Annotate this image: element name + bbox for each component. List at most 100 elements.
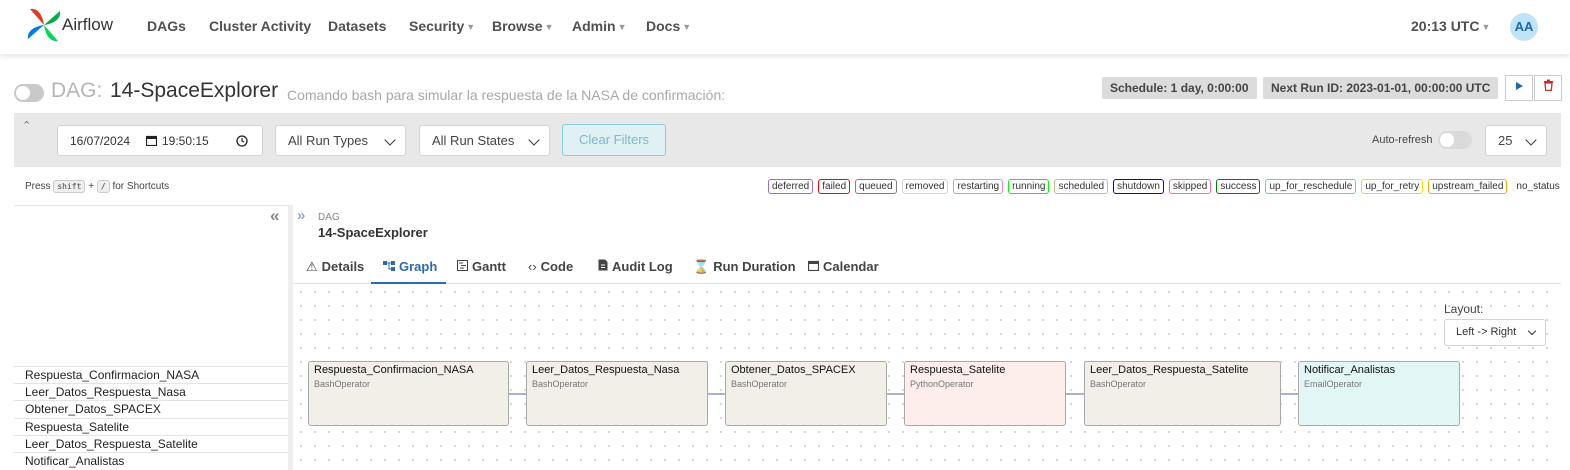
nav-cluster-activity[interactable]: Cluster Activity: [209, 18, 311, 34]
collapse-filters-icon[interactable]: ⌃: [22, 119, 31, 132]
delete-dag-button[interactable]: [1534, 75, 1562, 101]
auto-refresh-toggle[interactable]: [1438, 131, 1472, 149]
code-icon: ‹›: [528, 259, 537, 274]
state-scheduled[interactable]: scheduled: [1054, 179, 1109, 194]
tab-gantt[interactable]: Gantt: [457, 259, 506, 274]
task-node-name: Leer_Datos_Respuesta_Satelite: [1090, 364, 1249, 376]
task-node-operator: BashOperator: [314, 379, 371, 389]
tabs-divider: [293, 283, 1561, 284]
layout-label: Layout:: [1444, 302, 1484, 316]
page-size-select[interactable]: 25: [1485, 125, 1547, 156]
task-node-name: Respuesta_Confirmacion_NASA: [314, 364, 474, 376]
nav-browse[interactable]: Browse ▼: [492, 18, 554, 34]
airflow-logo-icon[interactable]: [26, 7, 62, 43]
graph-edge: [1066, 393, 1084, 395]
layout-select[interactable]: Left -> Right: [1444, 319, 1546, 346]
graph-edge: [509, 393, 526, 395]
play-icon: [1516, 82, 1523, 90]
task-node-operator: BashOperator: [731, 379, 788, 389]
task-node-name: Leer_Datos_Respuesta_Nasa: [532, 364, 680, 376]
task-row[interactable]: Respuesta_Satelite: [14, 418, 288, 435]
chevron-down-icon: [528, 134, 540, 146]
task-row[interactable]: Notificar_Analistas: [14, 452, 288, 469]
graph-edge: [887, 393, 904, 395]
state-queued[interactable]: queued: [855, 179, 897, 194]
dag-description: Comando bash para simular la respuesta d…: [287, 87, 726, 103]
nav-security[interactable]: Security ▼: [409, 18, 475, 34]
task-row[interactable]: Respuesta_Confirmacion_NASA: [14, 366, 288, 383]
run-types-select[interactable]: All Run Types: [275, 125, 406, 156]
warning-triangle-icon: ⚠: [306, 259, 318, 274]
chevron-down-icon: ▼: [544, 22, 554, 32]
state-up-for-reschedule[interactable]: up_for_reschedule: [1265, 179, 1357, 194]
calendar-icon[interactable]: [146, 135, 157, 146]
brand-name[interactable]: Airflow: [62, 15, 113, 35]
state-up-for-retry[interactable]: up_for_retry: [1361, 179, 1424, 194]
breadcrumb-dag[interactable]: 14-SpaceExplorer: [318, 225, 428, 240]
task-node[interactable]: Respuesta_Satelite PythonOperator: [904, 361, 1066, 426]
task-node-operator: PythonOperator: [910, 379, 974, 389]
tab-run-duration[interactable]: ⌛ Run Duration: [693, 259, 796, 275]
shift-key: shift: [53, 180, 86, 193]
state-shutdown[interactable]: shutdown: [1113, 179, 1164, 194]
chevron-down-icon: [1527, 326, 1537, 336]
task-node-operator: EmailOperator: [1304, 379, 1363, 389]
task-node[interactable]: Leer_Datos_Respuesta_Nasa BashOperator: [526, 361, 708, 426]
task-node-operator: BashOperator: [1090, 379, 1147, 389]
tab-code[interactable]: ‹› Code: [528, 259, 573, 274]
tab-details[interactable]: ⚠ Details: [306, 259, 364, 275]
trash-icon: [1543, 79, 1553, 92]
clock-icon[interactable]: [236, 135, 248, 147]
audit-log-icon: [598, 259, 608, 274]
nav-docs[interactable]: Docs ▼: [646, 18, 691, 34]
state-running[interactable]: running: [1008, 179, 1050, 194]
run-states-select[interactable]: All Run States: [419, 125, 550, 156]
breadcrumb-label: DAG: [318, 212, 340, 223]
graph-icon: [383, 259, 395, 274]
task-node[interactable]: Leer_Datos_Respuesta_Satelite BashOperat…: [1084, 361, 1281, 426]
hourglass-icon: ⌛: [693, 259, 710, 274]
task-node[interactable]: Obtener_Datos_SPACEX BashOperator: [725, 361, 887, 426]
chevron-down-icon: [384, 134, 396, 146]
shortcut-hint: Press shift + / for Shortcuts: [25, 180, 170, 193]
trigger-dag-button[interactable]: [1505, 75, 1533, 101]
nav-dags[interactable]: DAGs: [147, 18, 186, 34]
tab-audit-log[interactable]: Audit Log: [598, 259, 673, 274]
dag-title: 14-SpaceExplorer: [110, 79, 279, 102]
next-run-badge[interactable]: Next Run ID: 2023-01-01, 00:00:00 UTC: [1263, 77, 1499, 99]
chevron-down-icon: ▼: [682, 22, 692, 32]
state-no-status[interactable]: no_status: [1512, 179, 1564, 194]
auto-refresh-label: Auto-refresh: [1372, 134, 1433, 146]
collapse-grid-icon[interactable]: «: [270, 206, 279, 226]
base-date-input[interactable]: 16/07/2024 19:50:15: [57, 125, 263, 156]
task-node[interactable]: Notificar_Analistas EmailOperator: [1298, 361, 1460, 426]
clear-filters-button[interactable]: Clear Filters: [562, 124, 666, 156]
task-row[interactable]: Leer_Datos_Respuesta_Satelite: [14, 435, 288, 452]
dag-pause-toggle[interactable]: [14, 84, 44, 102]
tab-calendar[interactable]: Calendar: [807, 259, 879, 274]
state-failed[interactable]: failed: [818, 179, 851, 194]
task-row[interactable]: Leer_Datos_Respuesta_Nasa: [14, 383, 288, 400]
task-node-name: Notificar_Analistas: [1304, 364, 1396, 376]
schedule-badge[interactable]: Schedule: 1 day, 0:00:00: [1102, 77, 1257, 99]
chevron-down-icon: ▼: [1481, 22, 1491, 32]
task-row[interactable]: Obtener_Datos_SPACEX: [14, 400, 288, 417]
task-node-name: Obtener_Datos_SPACEX: [731, 364, 856, 376]
nav-datasets[interactable]: Datasets: [328, 18, 386, 34]
user-avatar[interactable]: AA: [1510, 13, 1538, 41]
state-restarting[interactable]: restarting: [953, 179, 1004, 194]
gantt-icon: [457, 259, 468, 274]
active-tab-indicator: [371, 282, 446, 284]
date-value: 16/07/2024: [70, 134, 131, 148]
tab-graph[interactable]: Graph: [383, 259, 437, 274]
state-deferred[interactable]: deferred: [768, 179, 814, 194]
nav-admin[interactable]: Admin ▼: [572, 18, 626, 34]
state-upstream-failed[interactable]: upstream_failed: [1428, 179, 1508, 194]
state-skipped[interactable]: skipped: [1168, 179, 1212, 194]
utc-clock[interactable]: 20:13 UTC ▼: [1411, 18, 1490, 34]
task-node[interactable]: Respuesta_Confirmacion_NASA BashOperator: [308, 361, 509, 426]
expand-details-icon[interactable]: »: [297, 207, 305, 224]
chevron-down-icon: ▼: [617, 22, 627, 32]
state-success[interactable]: success: [1216, 179, 1261, 194]
state-removed[interactable]: removed: [901, 179, 949, 194]
